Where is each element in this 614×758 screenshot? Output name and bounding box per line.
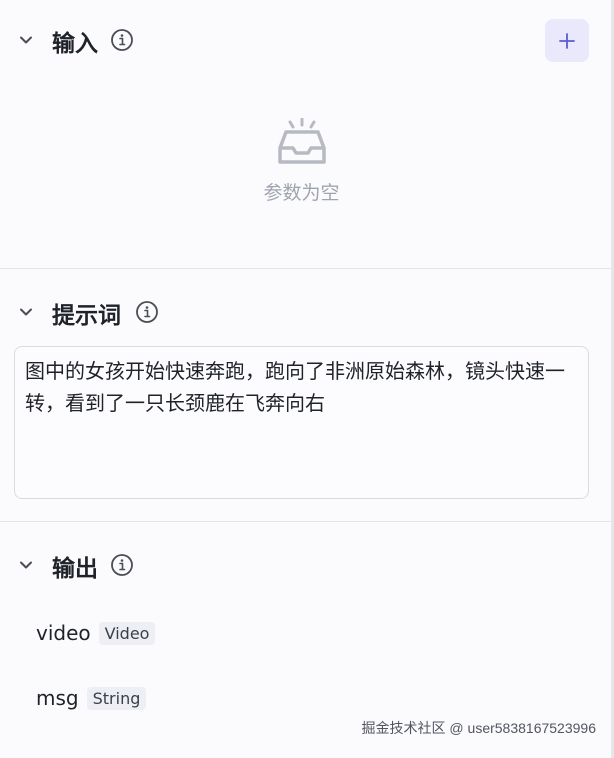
- add-input-button[interactable]: [545, 19, 589, 62]
- output-type-badge: String: [86, 686, 147, 710]
- section-title-prompt: 提示词: [52, 303, 121, 329]
- chevron-down-icon[interactable]: [16, 302, 36, 322]
- output-item-video[interactable]: video Video: [36, 621, 156, 645]
- output-item-msg[interactable]: msg String: [36, 686, 147, 710]
- output-name: msg: [36, 686, 79, 710]
- output-name: video: [36, 621, 91, 645]
- empty-state: 参数为空: [0, 118, 603, 205]
- output-type-badge: Video: [98, 621, 156, 645]
- chevron-down-icon[interactable]: [16, 555, 36, 575]
- empty-state-text: 参数为空: [263, 182, 340, 204]
- section-title-input: 输入: [52, 31, 98, 57]
- prompt-textarea[interactable]: 图中的女孩开始快速奔跑，跑向了非洲原始森林，镜头快速一转，看到了一只长颈鹿在飞奔…: [14, 346, 589, 499]
- info-icon[interactable]: [110, 28, 134, 52]
- section-title-output: 输出: [52, 556, 98, 582]
- info-icon[interactable]: [110, 553, 134, 577]
- info-icon[interactable]: [135, 300, 159, 324]
- section-divider: [0, 268, 611, 269]
- section-divider: [0, 521, 611, 522]
- plus-icon: [559, 32, 575, 49]
- empty-inbox-icon: [277, 118, 326, 164]
- watermark: 掘金技术社区 @ user5838167523996: [361, 720, 596, 736]
- chevron-down-icon[interactable]: [16, 30, 36, 50]
